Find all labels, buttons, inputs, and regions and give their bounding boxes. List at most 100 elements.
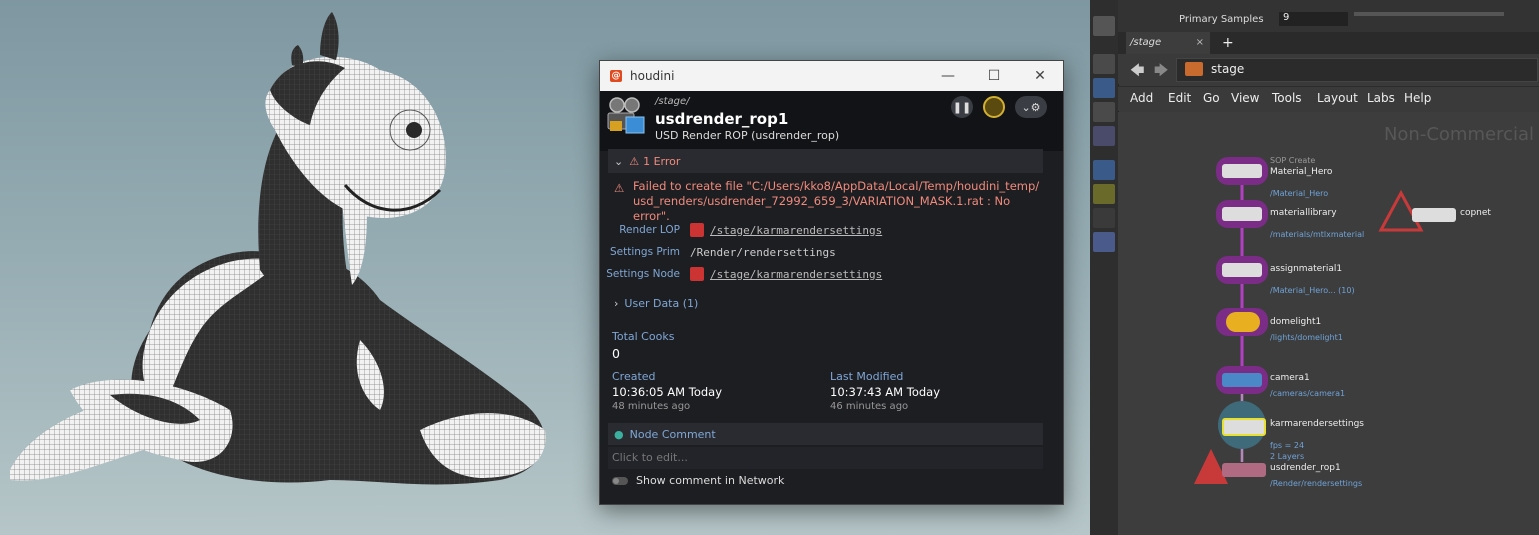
vertical-toolbar <box>1090 0 1119 535</box>
settings-node-row: Settings Node /stage/karmarendersettings <box>600 265 882 283</box>
materiallibrary-node[interactable] <box>1222 207 1262 221</box>
network-editor-pane: Primary Samples 9 /stage × + 🡄 🡆 stage A… <box>1090 0 1539 535</box>
materiallibrary-path: /materials/mtlxmaterial <box>1270 230 1365 239</box>
karma-node-icon <box>690 267 704 281</box>
cook-indicator-icon[interactable] <box>983 96 1005 118</box>
karma-fps: fps = 24 <box>1270 441 1305 450</box>
menu-help[interactable]: Help <box>1404 91 1431 105</box>
minimize-button[interactable]: — <box>925 61 971 91</box>
usd-render-rop-icon <box>607 97 645 134</box>
camera-path: /cameras/camera1 <box>1270 389 1346 398</box>
node-info-dialog: @ houdini — ☐ ✕ /stage/ usdrender_rop1 U… <box>599 60 1064 505</box>
chevron-right-icon: › <box>614 297 619 310</box>
render-lop-link[interactable]: /stage/karmarendersettings <box>710 224 882 237</box>
karmarendersettings-node[interactable] <box>1222 418 1266 436</box>
assignmaterial-node[interactable] <box>1222 263 1262 277</box>
menu-layout[interactable]: Layout <box>1317 91 1358 105</box>
assignmaterial-path: /Material_Hero... (10) <box>1270 286 1355 295</box>
comment-bubble-icon: ● <box>614 427 624 441</box>
error-count: 1 Error <box>643 154 681 168</box>
menu-tools[interactable]: Tools <box>1272 91 1302 105</box>
total-cooks-value: 0 <box>612 346 620 361</box>
tool-icon-display[interactable] <box>1093 160 1115 180</box>
show-comment-label: Show comment in Network <box>636 474 785 487</box>
chevron-down-icon: ⌄ <box>614 154 624 168</box>
copnet-node[interactable] <box>1412 208 1456 222</box>
pause-button[interactable]: ❚❚ <box>951 96 973 118</box>
dialog-window-title: houdini <box>630 69 675 83</box>
primary-samples-field[interactable]: 9 <box>1279 12 1348 26</box>
show-comment-toggle-row[interactable]: Show comment in Network <box>612 474 784 487</box>
network-menubar: Add Edit Go View Tools Layout Labs Help <box>1118 86 1539 111</box>
render-lop-label: Render LOP <box>619 224 680 236</box>
settings-prim-row: Settings Prim /Render/rendersettings <box>600 243 836 261</box>
path-label: stage <box>1211 62 1245 76</box>
error-line-1: Failed to create file "C:/Users/kko8/App… <box>633 179 1040 193</box>
user-data-toggle[interactable]: › User Data (1) <box>614 297 698 310</box>
tool-icon-handles[interactable] <box>1093 126 1115 146</box>
node-type: USD Render ROP (usdrender_rop) <box>655 129 840 142</box>
tab-stage[interactable]: /stage × <box>1126 32 1210 54</box>
menu-add[interactable]: Add <box>1130 91 1153 105</box>
settings-node-link[interactable]: /stage/karmarendersettings <box>710 268 882 281</box>
node-comment-header[interactable]: ● Node Comment <box>608 423 1043 445</box>
usdrender-rop-node[interactable] <box>1222 463 1266 477</box>
render-lop-row: Render LOP /stage/karmarendersettings <box>600 221 882 239</box>
domelight-node[interactable] <box>1226 312 1260 332</box>
primary-samples-slider[interactable] <box>1354 12 1504 16</box>
karma-node-icon <box>690 223 704 237</box>
tool-icon-render[interactable] <box>1093 16 1115 36</box>
material-hero-name: Material_Hero <box>1270 167 1333 177</box>
maximize-button[interactable]: ☐ <box>971 61 1017 91</box>
karma-name: karmarendersettings <box>1270 419 1364 429</box>
stage-context-icon <box>1185 62 1203 76</box>
modified-value: 10:37:43 AM Today <box>830 385 941 399</box>
material-hero-path: /Material_Hero <box>1270 189 1329 198</box>
user-data-label: User Data (1) <box>624 297 699 310</box>
total-cooks-label: Total Cooks <box>612 330 675 343</box>
assignmaterial-name: assignmaterial1 <box>1270 264 1343 274</box>
tab-stage-label: /stage <box>1130 37 1162 48</box>
error-section-header[interactable]: ⌄ ⚠ 1 Error <box>608 149 1043 173</box>
tool-icon-geometry[interactable] <box>1093 184 1115 204</box>
menu-labs[interactable]: Labs <box>1367 91 1395 105</box>
camera-node[interactable] <box>1222 373 1262 387</box>
menu-edit[interactable]: Edit <box>1168 91 1191 105</box>
error-line-2: usd_renders/usdrender_72992_659_3/VARIAT… <box>633 194 1011 223</box>
tool-icon-select[interactable] <box>1093 54 1115 74</box>
show-comment-toggle[interactable] <box>612 476 628 485</box>
modified-label: Last Modified <box>830 370 904 383</box>
close-button[interactable]: ✕ <box>1017 61 1063 91</box>
network-view[interactable]: Non-Commercial SOP Create Material_Hero … <box>1118 112 1539 535</box>
tool-icon-view[interactable] <box>1093 78 1115 98</box>
settings-prim-value: /Render/rendersettings <box>690 245 836 259</box>
created-ago: 48 minutes ago <box>612 401 691 412</box>
path-field[interactable]: stage <box>1176 58 1538 82</box>
material-hero-pre: SOP Create <box>1270 156 1316 165</box>
dialog-titlebar[interactable]: @ houdini — ☐ ✕ <box>600 61 1063 91</box>
node-path: /stage/ <box>655 96 690 107</box>
domelight-path: /lights/domelight1 <box>1270 333 1343 342</box>
created-value: 10:36:05 AM Today <box>612 385 723 399</box>
copnet-name: copnet <box>1460 208 1491 218</box>
modified-ago: 46 minutes ago <box>830 401 909 412</box>
tool-icon-light[interactable] <box>1093 232 1115 252</box>
tool-icon-snap[interactable] <box>1093 102 1115 122</box>
menu-view[interactable]: View <box>1231 91 1259 105</box>
menu-go[interactable]: Go <box>1203 91 1220 105</box>
comment-input[interactable]: Click to edit... <box>608 447 1043 469</box>
close-tab-icon[interactable]: × <box>1196 32 1204 54</box>
primary-samples-label: Primary Samples <box>1179 14 1264 25</box>
back-arrow-icon[interactable]: 🡄 <box>1130 60 1144 84</box>
settings-node-label: Settings Node <box>606 268 680 280</box>
tool-icon-camera[interactable] <box>1093 208 1115 228</box>
error-message: ⚠ Failed to create file "C:/Users/kko8/A… <box>614 179 1044 224</box>
settings-gear-icon[interactable]: ⌄⚙ <box>1015 96 1047 118</box>
forward-arrow-icon[interactable]: 🡆 <box>1154 60 1168 84</box>
settings-prim-label: Settings Prim <box>609 246 680 258</box>
add-tab-icon[interactable]: + <box>1222 32 1234 54</box>
parameter-strip: Primary Samples 9 <box>1118 0 1539 32</box>
material-hero-node[interactable] <box>1222 164 1262 178</box>
karma-layers: 2 Layers <box>1270 452 1305 461</box>
node-name: usdrender_rop1 <box>655 110 789 128</box>
